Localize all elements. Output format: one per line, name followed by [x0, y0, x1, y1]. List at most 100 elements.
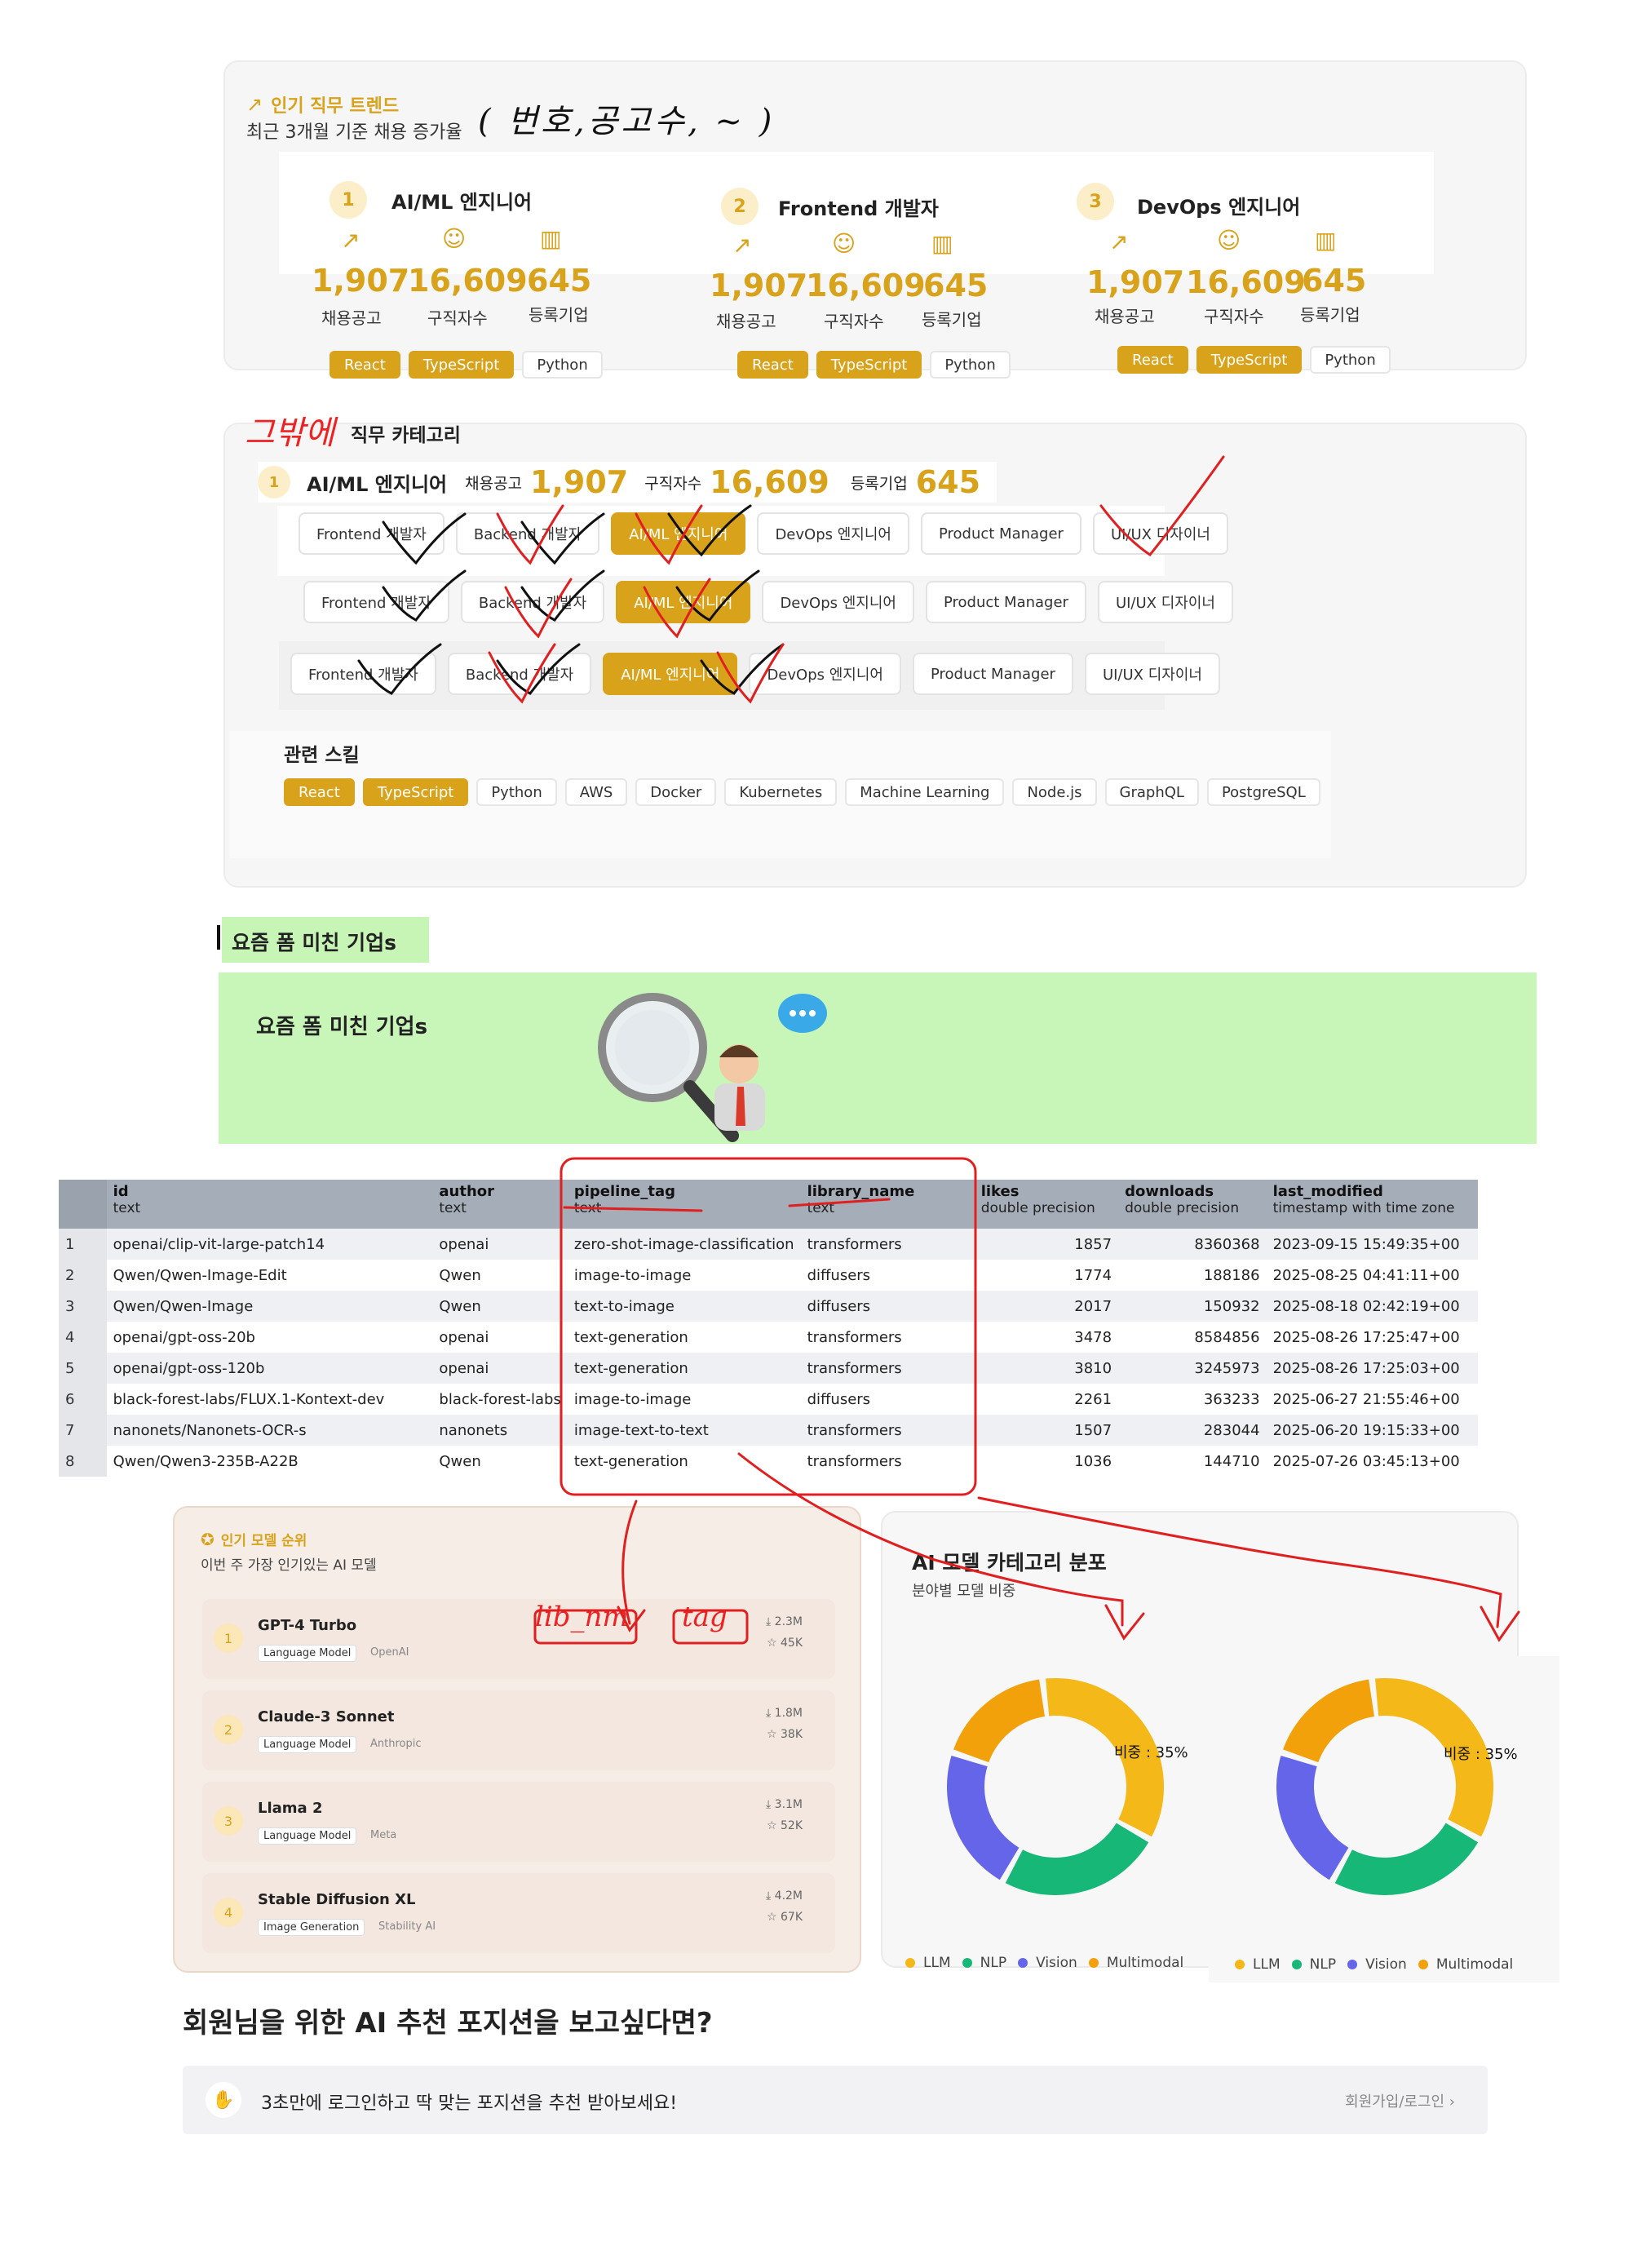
tag-typescript[interactable]: TypeScript: [408, 351, 515, 379]
distribution-title: AI 모델 카테고리 분포: [912, 1551, 1107, 1575]
skill-node[interactable]: Node.js: [1012, 778, 1097, 806]
table-row[interactable]: 8 Qwen/Qwen3-235B-A22B Qwen text-generation…: [59, 1446, 1478, 1477]
chip-backend[interactable]: Backend 개발자: [455, 512, 600, 555]
row-number: 6: [59, 1384, 107, 1415]
chip-pm[interactable]: Product Manager: [912, 653, 1073, 695]
col-header-likes[interactable]: likes double precision: [974, 1180, 1119, 1229]
downloads-value: 4.2M: [774, 1889, 803, 1903]
trend-card-3[interactable]: 3 DevOps 엔지니어 ↗ ☺ ▥ 1,907 16,609 645 채용공…: [1077, 183, 1435, 395]
tag-react[interactable]: React: [1117, 346, 1188, 374]
col-header-last-modified[interactable]: last_modified timestamp with time zone: [1266, 1180, 1478, 1229]
chip-devops[interactable]: DevOps 엔지니어: [757, 512, 909, 555]
skill-postgresql[interactable]: PostgreSQL: [1206, 778, 1320, 806]
tag-python[interactable]: Python: [1310, 346, 1391, 374]
star-icon: ☆: [766, 1637, 781, 1650]
row-number: 4: [59, 1322, 107, 1353]
donut-slice-multimodal[interactable]: [953, 1679, 1046, 1763]
chip-pm[interactable]: Product Manager: [925, 581, 1086, 623]
table-cell: text-to-image: [567, 1291, 801, 1322]
chip-pm[interactable]: Product Manager: [920, 512, 1081, 555]
donut-slice-nlp[interactable]: [1334, 1822, 1479, 1895]
users-icon: ☺: [832, 230, 856, 257]
skill-tags: React TypeScript Python: [1117, 346, 1399, 374]
table-cell: openai/clip-vit-large-patch14: [106, 1229, 433, 1260]
col-type: double precision: [1125, 1200, 1240, 1216]
chart-legend-1: LLM NLP Vision Multimodal: [894, 1955, 1183, 1971]
login-banner[interactable]: ✋ 3초만에 로그인하고 딱 맞는 포지션을 추천 받아보세요! 회원가입/로그…: [183, 2066, 1488, 2134]
chip-backend[interactable]: Backend 개발자: [447, 653, 592, 695]
card-title: DevOps 엔지니어: [1137, 196, 1301, 219]
summary-companies-label: 등록기업: [850, 474, 908, 493]
handwritten-note: lib_nm: [535, 1601, 629, 1633]
chip-frontend[interactable]: Frontend 개발자: [299, 512, 445, 555]
table-cell: text-generation: [567, 1446, 801, 1477]
skill-ml[interactable]: Machine Learning: [845, 778, 1005, 806]
table-row[interactable]: 2 Qwen/Qwen-Image-Edit Qwen image-to-image d…: [59, 1260, 1478, 1291]
table-cell: 2017: [974, 1291, 1119, 1322]
tag-python[interactable]: Python: [930, 351, 1011, 379]
table-row[interactable]: 3 Qwen/Qwen-Image Qwen text-to-image diffuse…: [59, 1291, 1478, 1322]
rank-badge: 4: [214, 1898, 243, 1927]
chip-uiux[interactable]: UI/UX 디자이너: [1092, 512, 1228, 555]
tag-react[interactable]: React: [330, 351, 400, 379]
table-row[interactable]: 5 openai/gpt-oss-120b openai text-generatio…: [59, 1353, 1478, 1384]
table-row[interactable]: 6 black-forest-labs/FLUX.1-Kontext-dev bla…: [59, 1384, 1478, 1415]
chip-uiux[interactable]: UI/UX 디자이너: [1084, 653, 1220, 695]
chip-uiux[interactable]: UI/UX 디자이너: [1097, 581, 1233, 623]
chip-aiml[interactable]: AI/ML 엔지니어: [616, 581, 751, 623]
legend-vision: Vision: [1365, 1956, 1407, 1973]
chip-aiml[interactable]: AI/ML 엔지니어: [611, 512, 746, 555]
rank-badge: 3: [1077, 183, 1114, 220]
skill-typescript[interactable]: TypeScript: [362, 778, 469, 806]
chip-frontend[interactable]: Frontend 개발자: [290, 653, 436, 695]
chip-devops[interactable]: DevOps 엔지니어: [749, 653, 901, 695]
skill-docker[interactable]: Docker: [635, 778, 717, 806]
model-downloads: ⤓ 2.3M: [766, 1615, 803, 1628]
donut-slice-vision[interactable]: [947, 1756, 1020, 1880]
chip-frontend[interactable]: Frontend 개발자: [303, 581, 449, 623]
col-header-id[interactable]: id text: [106, 1180, 433, 1229]
table-cell: Qwen/Qwen-Image: [106, 1291, 433, 1322]
model-card-3[interactable]: 3 Llama 2 Language Model Meta ⤓ 3.1M ☆ 5…: [202, 1782, 835, 1862]
skill-react[interactable]: React: [284, 778, 355, 806]
companies-count: 645: [527, 263, 592, 299]
table-cell: image-to-image: [567, 1260, 801, 1291]
skill-aws[interactable]: AWS: [564, 778, 628, 806]
model-card-4[interactable]: 4 Stable Diffusion XL Image Generation S…: [202, 1873, 835, 1953]
tag-typescript[interactable]: TypeScript: [816, 351, 922, 379]
table-header-row: id text author text pipeline_tag text libra…: [59, 1180, 1478, 1229]
col-header-pipeline-tag[interactable]: pipeline_tag text: [567, 1180, 801, 1229]
table-row[interactable]: 7 nanonets/Nanonets-OCR-s nanonets image-te…: [59, 1415, 1478, 1446]
col-header-author[interactable]: author text: [432, 1180, 568, 1229]
downloads-value: 1.8M: [774, 1707, 803, 1720]
downloads-value: 2.3M: [774, 1615, 803, 1628]
donut-slice-multimodal[interactable]: [1283, 1679, 1375, 1763]
chip-backend[interactable]: Backend 개발자: [460, 581, 605, 623]
hot-companies-banner[interactable]: 요즘 폼 미친 기업s: [219, 972, 1537, 1144]
skill-python[interactable]: Python: [476, 778, 557, 806]
trend-card-2[interactable]: 2 Frontend 개발자 ↗ ☺ ▥ 1,907 16,609 645 채용…: [710, 184, 1080, 396]
table-cell: openai: [432, 1229, 568, 1260]
donut-slice-nlp[interactable]: [1005, 1822, 1149, 1895]
table-cell: black-forest-labs: [432, 1384, 568, 1415]
col-header-downloads[interactable]: downloads double precision: [1118, 1180, 1267, 1229]
chip-aiml[interactable]: AI/ML 엔지니어: [603, 653, 738, 695]
trending-up-icon: ↗: [1109, 228, 1129, 255]
cta-heading: 회원님을 위한 AI 추천 포지션을 보고싶다면?: [183, 2007, 713, 2040]
skill-graphql[interactable]: GraphQL: [1104, 778, 1199, 806]
donut-slice-vision[interactable]: [1276, 1756, 1350, 1880]
tag-typescript[interactable]: TypeScript: [1196, 346, 1303, 374]
table-row[interactable]: 4 openai/gpt-oss-20b openai text-generation…: [59, 1322, 1478, 1353]
model-card-2[interactable]: 2 Claude-3 Sonnet Language Model Anthrop…: [202, 1690, 835, 1770]
skill-kubernetes[interactable]: Kubernetes: [724, 778, 838, 806]
table-row[interactable]: 1 openai/clip-vit-large-patch14 openai zero…: [59, 1229, 1478, 1260]
chip-devops[interactable]: DevOps 엔지니어: [762, 581, 914, 623]
table-cell: 2025-06-20 19:15:33+00: [1266, 1415, 1478, 1446]
model-card-1[interactable]: 1 GPT-4 Turbo Language Model OpenAI ⤓ 2.…: [202, 1599, 835, 1679]
tag-python[interactable]: Python: [522, 351, 603, 379]
tag-react[interactable]: React: [737, 351, 808, 379]
donut-slice-llm[interactable]: [1046, 1678, 1164, 1837]
login-link[interactable]: 회원가입/로그인 ›: [1345, 2090, 1455, 2111]
trend-card-1[interactable]: 1 AI/ML 엔지니어 ↗ ☺ ▥ 1,907 16,609 645 채용공고…: [312, 178, 688, 390]
col-header-library-name[interactable]: library_name text: [800, 1180, 975, 1229]
